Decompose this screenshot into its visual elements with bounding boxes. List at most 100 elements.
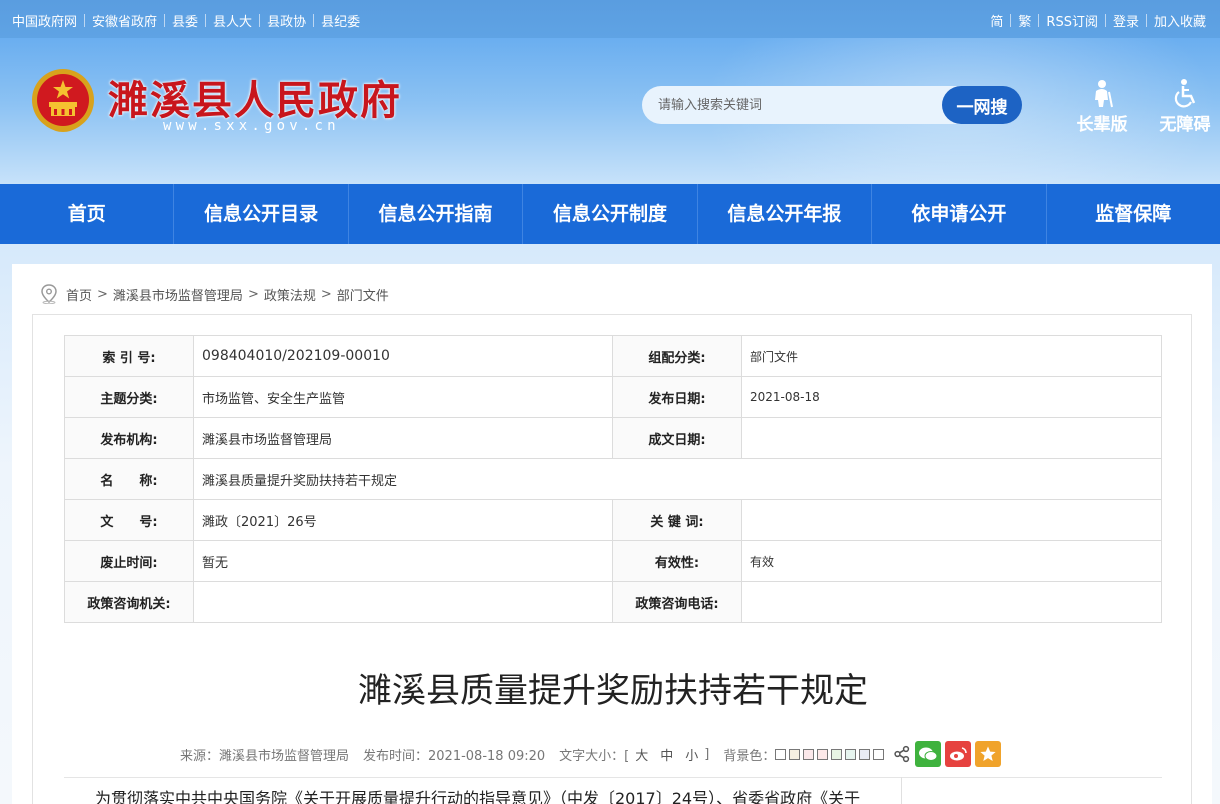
link-anhui-gov[interactable]: 安徽省政府 — [92, 11, 157, 30]
nav-info-catalog[interactable]: 信息公开目录 — [174, 184, 349, 244]
background-color-label: 背景色： — [723, 748, 776, 764]
main-nav: 首页 信息公开目录 信息公开指南 信息公开制度 信息公开年报 依申请公开 监督保… — [0, 184, 1220, 244]
bg-swatch-white[interactable] — [775, 748, 787, 760]
document-frame: 索 引 号: 098404010/202109-00010 组配分类: 部门文件… — [32, 314, 1192, 804]
link-county-congress[interactable]: 县人大 — [213, 11, 252, 30]
table-row: 政策咨询机关: 政策咨询电话: — [64, 581, 1162, 623]
link-county-discipline[interactable]: 县纪委 — [321, 11, 360, 30]
meta-label: 政策咨询机关: — [64, 581, 194, 623]
favorite-star-icon[interactable] — [975, 741, 1002, 767]
top-bar: 中国政府网 安徽省政府 县委 县人大 县政协 县纪委 简 繁 RSS订阅 登录 … — [0, 0, 1220, 38]
weibo-share-icon[interactable] — [945, 741, 972, 767]
divider — [901, 777, 902, 804]
meta-label: 索 引 号: — [64, 335, 194, 377]
meta-value-issuer: 濉溪县市场监督管理局 — [193, 417, 613, 459]
font-size-label: 文字大小：[ — [559, 748, 630, 764]
meta-value-keywords — [741, 499, 1162, 541]
table-row: 名 称: 濉溪县质量提升奖励扶持若干规定 — [64, 458, 1162, 500]
simplified-link[interactable]: 简 — [990, 11, 1003, 30]
bg-swatch-lavender[interactable] — [859, 748, 871, 760]
breadcrumb-separator: > — [247, 286, 259, 302]
meta-value-doc-no: 濉政〔2021〕26号 — [193, 499, 613, 541]
bg-swatch-mint[interactable] — [845, 748, 857, 760]
font-size-small-button[interactable]: 小 — [685, 745, 698, 764]
table-row: 索 引 号: 098404010/202109-00010 组配分类: 部门文件 — [64, 335, 1162, 377]
meta-value-pub-date: 2021-08-18 — [741, 376, 1162, 418]
link-county-cppcc[interactable]: 县政协 — [267, 11, 306, 30]
meta-value-expiry: 暂无 — [193, 540, 613, 582]
meta-label: 发布机构: — [64, 417, 194, 459]
meta-label: 文 号: — [64, 499, 194, 541]
nav-info-guide[interactable]: 信息公开指南 — [349, 184, 524, 244]
search-input[interactable] — [642, 86, 972, 124]
font-size-medium-button[interactable]: 中 — [660, 745, 673, 764]
article-source: 来源：濉溪县市场监督管理局 — [180, 748, 350, 764]
document-meta-table: 索 引 号: 098404010/202109-00010 组配分类: 部门文件… — [64, 335, 1162, 623]
article-body-first-line: 为贯彻落实中共中央国务院《关于开展质量提升行动的指导意见》（中发〔2017〕24… — [95, 789, 861, 804]
wechat-share-icon[interactable] — [915, 741, 942, 767]
divider — [205, 14, 207, 27]
font-size-large-button[interactable]: 大 — [635, 745, 648, 764]
breadcrumb: 首页 > 濉溪县市场监督管理局 > 政策法规 > 部门文件 — [40, 284, 389, 304]
article-title: 濉溪县质量提升奖励扶持若干规定 — [358, 671, 868, 711]
elder-label: 长辈版 — [1076, 115, 1128, 135]
article-published: 发布时间：2021-08-18 09:20 — [363, 748, 546, 764]
elder-mode-button[interactable]: 长辈版 — [1071, 78, 1133, 135]
divider — [313, 14, 315, 27]
meta-label: 发布日期: — [612, 376, 742, 418]
site-header: 濉溪县人民政府 www.sxx.gov.cn 一网搜 长辈版 无障碍 — [0, 38, 1220, 184]
meta-label: 组配分类: — [612, 335, 742, 377]
bookmark-link[interactable]: 加入收藏 — [1154, 11, 1206, 30]
accessibility-button[interactable]: 无障碍 — [1154, 78, 1216, 135]
nav-annual-report[interactable]: 信息公开年报 — [698, 184, 873, 244]
bg-swatch-beige[interactable] — [789, 748, 801, 760]
meta-label: 成文日期: — [612, 417, 742, 459]
breadcrumb-bureau[interactable]: 濉溪县市场监督管理局 — [113, 285, 243, 304]
table-row: 文 号: 濉政〔2021〕26号 关 键 词: — [64, 499, 1162, 541]
bg-swatch-green[interactable] — [831, 748, 843, 760]
divider — [64, 777, 1162, 778]
breadcrumb-dept-docs[interactable]: 部门文件 — [337, 285, 389, 304]
meta-value-consult-phone — [741, 581, 1162, 623]
link-gov-cn[interactable]: 中国政府网 — [12, 11, 77, 30]
site-url: www.sxx.gov.cn — [163, 118, 340, 134]
meta-value-index-no: 098404010/202109-00010 — [193, 335, 613, 377]
divider — [1010, 14, 1012, 27]
wheelchair-icon — [1174, 79, 1196, 108]
meta-label: 名 称: — [64, 458, 194, 500]
rss-link[interactable]: RSS订阅 — [1046, 11, 1098, 30]
nav-info-system[interactable]: 信息公开制度 — [523, 184, 698, 244]
nav-request-disclosure[interactable]: 依申请公开 — [872, 184, 1047, 244]
table-row: 发布机构: 濉溪县市场监督管理局 成文日期: — [64, 417, 1162, 459]
meta-label: 有效性: — [612, 540, 742, 582]
divider — [164, 14, 166, 27]
meta-label: 主题分类: — [64, 376, 194, 418]
top-utility-links: 简 繁 RSS订阅 登录 加入收藏 — [990, 11, 1206, 30]
accessible-label: 无障碍 — [1159, 115, 1211, 135]
meta-value-validity: 有效 — [741, 540, 1162, 582]
bg-swatch-rose[interactable] — [817, 748, 829, 760]
search-box: 一网搜 — [642, 86, 1022, 124]
national-emblem-icon — [32, 69, 94, 132]
nav-home[interactable]: 首页 — [0, 184, 175, 244]
meta-label: 废止时间: — [64, 540, 194, 582]
meta-value-name: 濉溪县质量提升奖励扶持若干规定 — [193, 458, 1162, 500]
meta-value-topic: 市场监管、安全生产监管 — [193, 376, 613, 418]
bg-swatch-default[interactable] — [873, 748, 885, 760]
share-icon[interactable] — [893, 745, 911, 763]
link-county-committee[interactable]: 县委 — [172, 11, 198, 30]
login-link[interactable]: 登录 — [1113, 11, 1139, 30]
weibo-icon — [950, 747, 968, 761]
table-row: 主题分类: 市场监管、安全生产监管 发布日期: 2021-08-18 — [64, 376, 1162, 418]
nav-supervision[interactable]: 监督保障 — [1047, 184, 1220, 244]
breadcrumb-separator: > — [97, 286, 108, 302]
location-pin-icon — [41, 284, 57, 304]
traditional-link[interactable]: 繁 — [1018, 11, 1031, 30]
breadcrumb-home[interactable]: 首页 — [66, 285, 92, 304]
divider — [1145, 14, 1147, 27]
breadcrumb-policy[interactable]: 政策法规 — [264, 285, 316, 304]
bg-swatch-pink[interactable] — [803, 748, 815, 760]
table-row: 废止时间: 暂无 有效性: 有效 — [64, 540, 1162, 582]
wechat-icon — [919, 747, 938, 761]
search-button[interactable]: 一网搜 — [942, 86, 1022, 124]
